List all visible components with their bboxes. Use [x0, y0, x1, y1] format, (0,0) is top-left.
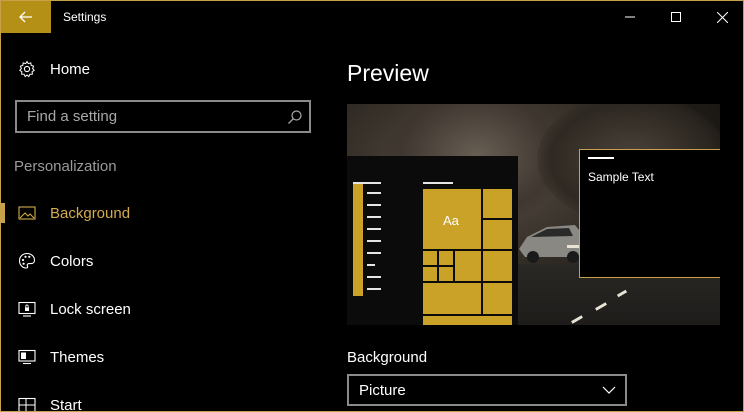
- sidebar-item-label: Start: [50, 396, 82, 412]
- preview-app-line: [367, 192, 381, 194]
- preview-tile: [438, 266, 454, 282]
- window-title: Settings: [63, 10, 107, 24]
- back-arrow-icon: [19, 11, 32, 23]
- close-icon: [716, 11, 728, 23]
- chevron-down-icon: [602, 386, 616, 394]
- preview-tile: [482, 282, 513, 315]
- sidebar-item-label: Colors: [50, 252, 94, 270]
- gear-icon: [18, 60, 36, 78]
- title-bar: Settings: [1, 1, 743, 33]
- preview-tile: [454, 250, 482, 282]
- preview-app-line: [367, 216, 381, 218]
- preview-app-line: [367, 276, 381, 278]
- preview-tile: [422, 315, 513, 325]
- preview-tile: [482, 219, 513, 250]
- background-preview: Aa Sample Text: [347, 104, 720, 325]
- sidebar-item-home[interactable]: Home: [1, 49, 321, 89]
- sidebar-item-themes[interactable]: Themes: [1, 337, 321, 377]
- palette-icon: [18, 252, 36, 270]
- background-type-dropdown[interactable]: Picture: [347, 374, 627, 406]
- preview-window-titlebar-line: [588, 157, 614, 159]
- settings-window: Settings Home Personalization: [0, 0, 744, 412]
- preview-app-line: [367, 228, 381, 230]
- sidebar-item-label: Home: [50, 60, 91, 78]
- preview-app-line: [367, 264, 375, 266]
- preview-tile: [422, 250, 438, 266]
- preview-tile: [482, 188, 513, 219]
- page-title: Preview: [347, 60, 429, 86]
- search-box[interactable]: [15, 100, 311, 133]
- preview-tile: [482, 250, 513, 282]
- close-button[interactable]: [699, 1, 743, 33]
- section-label-personalization: Personalization: [14, 158, 117, 175]
- preview-tile-group-line: [423, 182, 453, 184]
- dropdown-selected-value: Picture: [359, 382, 406, 399]
- preview-tile: [438, 250, 454, 266]
- preview-tile: [422, 266, 438, 282]
- preview-large-tile: Aa: [423, 189, 481, 249]
- back-button[interactable]: [1, 1, 51, 33]
- preview-tile-text: Aa: [443, 213, 459, 228]
- search-icon[interactable]: [287, 109, 303, 125]
- sidebar-item-background[interactable]: Background: [1, 193, 321, 233]
- lock-screen-icon: [18, 300, 36, 318]
- preview-sample-text: Sample Text: [588, 170, 654, 184]
- preview-app-line: [367, 288, 381, 290]
- preview-app-line: [367, 252, 381, 254]
- sidebar-item-label: Lock screen: [50, 300, 131, 318]
- maximize-button[interactable]: [653, 1, 699, 33]
- sidebar-item-start[interactable]: Start: [1, 385, 321, 412]
- sidebar-item-lock-screen[interactable]: Lock screen: [1, 289, 321, 329]
- start-icon: [18, 396, 36, 411]
- preview-start-menu: Aa: [347, 156, 518, 325]
- preview-car-image: [519, 225, 585, 263]
- picture-icon: [18, 204, 36, 222]
- maximize-icon: [671, 12, 681, 22]
- preview-app-line: [353, 182, 381, 184]
- preview-tile: [422, 282, 482, 315]
- search-input[interactable]: [17, 102, 277, 131]
- themes-icon: [18, 348, 36, 366]
- minimize-icon: [625, 16, 635, 18]
- preview-app-line: [367, 204, 381, 206]
- preview-sample-window: Sample Text: [579, 149, 720, 278]
- sidebar-item-label: Themes: [50, 348, 105, 366]
- background-setting-label: Background: [347, 349, 428, 366]
- sidebar-item-label: Background: [50, 204, 131, 222]
- preview-app-line: [367, 240, 381, 242]
- sidebar-item-colors[interactable]: Colors: [1, 241, 321, 281]
- active-indicator: [1, 203, 5, 223]
- minimize-button[interactable]: [607, 1, 653, 33]
- preview-app-list-bar: [353, 182, 363, 296]
